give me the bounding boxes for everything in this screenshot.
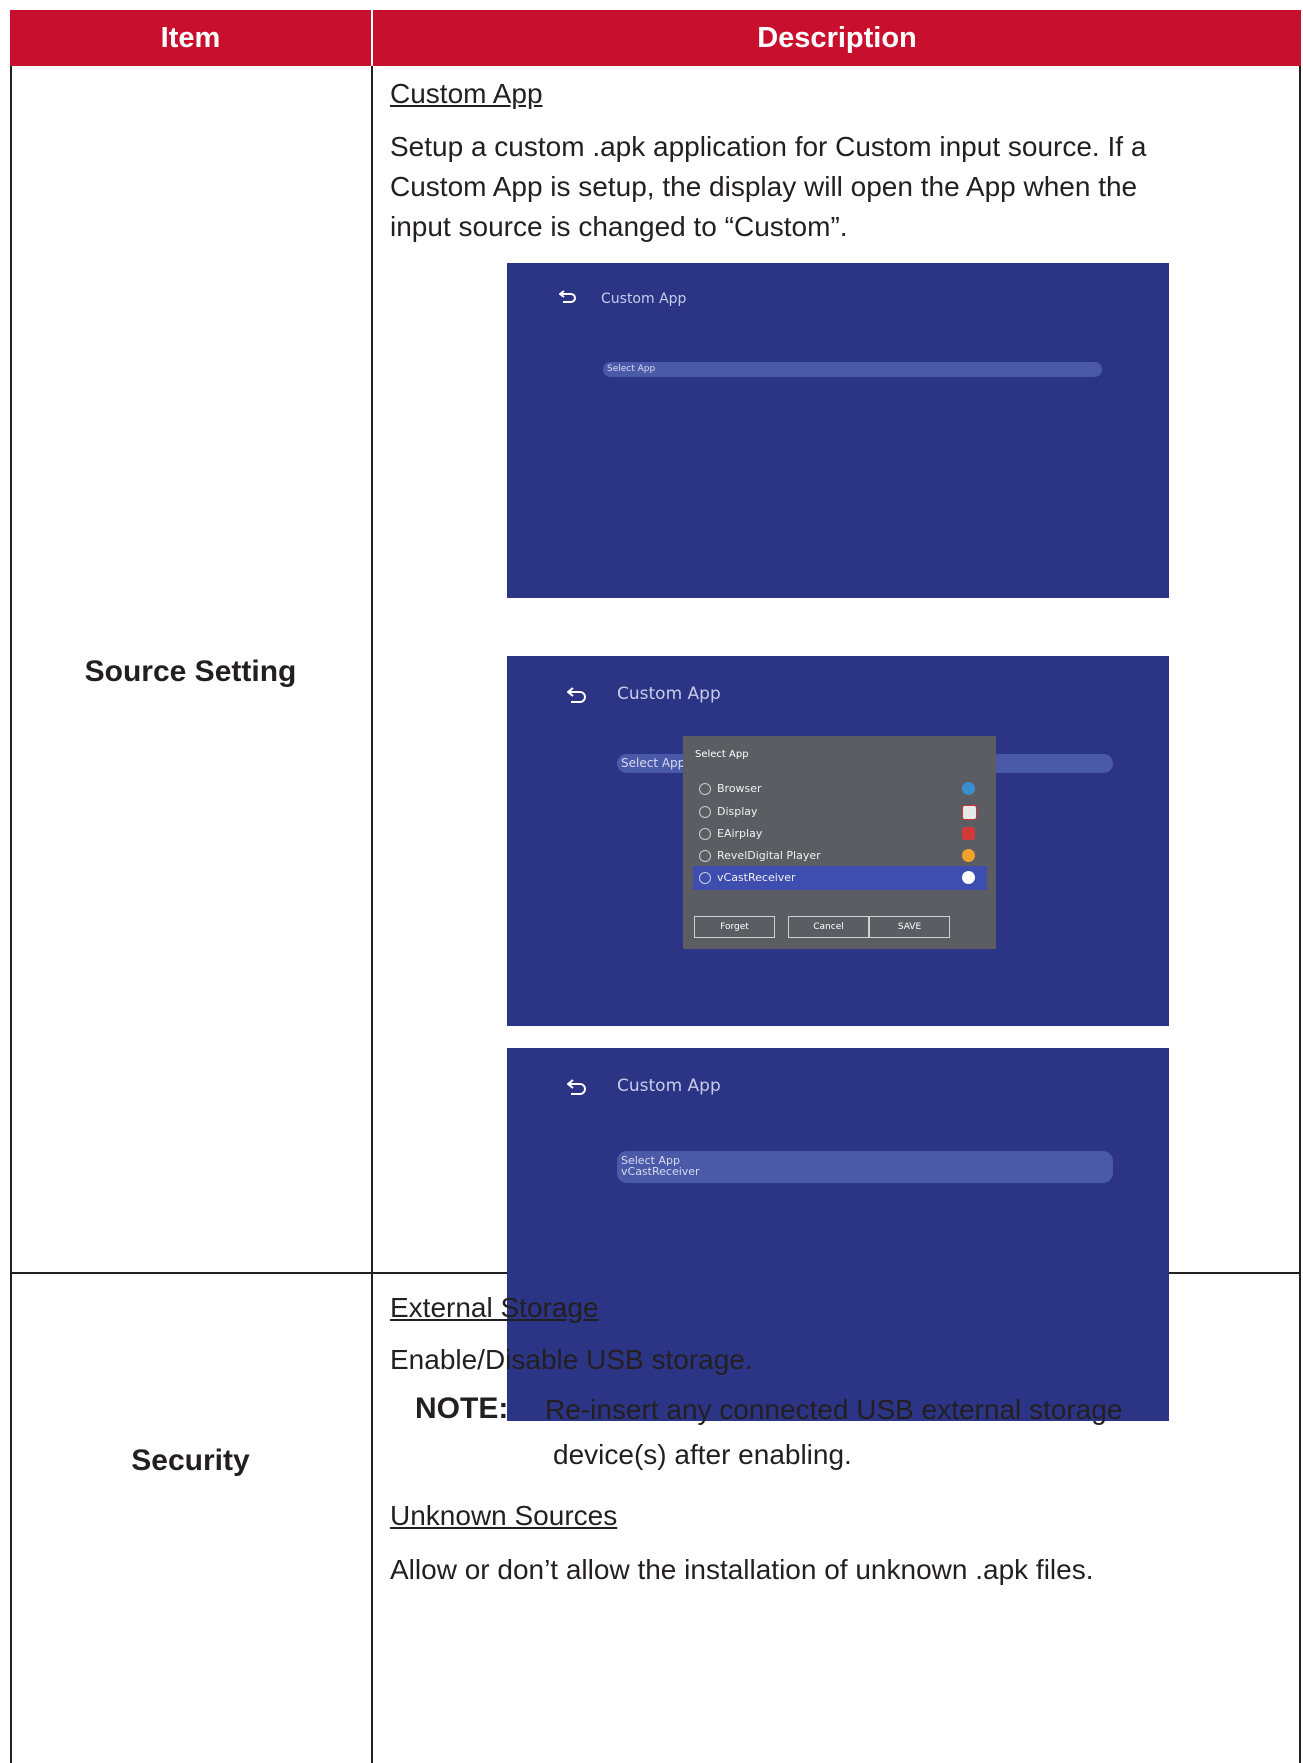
screen-title: Custom App	[617, 1076, 721, 1096]
screenshot-custom-app-empty: Custom App Select App	[507, 263, 1169, 598]
select-app-label: Select App	[621, 756, 686, 770]
screen-title: Custom App	[601, 291, 687, 307]
eairplay-icon	[962, 827, 975, 840]
option-label: Browser	[717, 782, 762, 795]
radio-icon[interactable]	[699, 806, 711, 818]
app-option-eairplay[interactable]: EAirplay	[683, 822, 996, 846]
app-option-browser[interactable]: Browser	[683, 777, 996, 801]
option-label: RevelDigital Player	[717, 849, 821, 862]
browser-icon	[962, 782, 975, 795]
select-app-field[interactable]: Select App vCastReceiver	[617, 1151, 1113, 1183]
back-arrow-icon[interactable]	[566, 682, 587, 708]
table-border-right	[1299, 66, 1301, 1763]
subheading-custom-app: Custom App	[390, 78, 543, 109]
body-line: Custom App is setup, the display will op…	[390, 171, 1138, 202]
note-line: Re-insert any connected USB external sto…	[545, 1394, 1123, 1425]
dialog-title: Select App	[695, 749, 749, 760]
table-column-divider	[371, 66, 373, 1763]
option-label: EAirplay	[717, 827, 763, 840]
body-external-storage: Enable/Disable USB storage.	[390, 1344, 753, 1375]
radio-icon[interactable]	[699, 783, 711, 795]
screenshot-custom-app-dialog: Custom App Select App Select App Browser…	[507, 656, 1169, 1026]
table-border-left	[10, 66, 12, 1763]
option-label: Display	[717, 805, 758, 818]
body-line: input source is changed to “Custom”.	[390, 211, 848, 242]
select-app-field[interactable]: Select App	[603, 362, 1102, 377]
note-line: device(s) after enabling.	[553, 1439, 852, 1470]
reveldigital-icon	[962, 849, 975, 862]
spec-table: Item Description Source Setting Custom A…	[10, 10, 1301, 1763]
radio-icon[interactable]	[699, 828, 711, 840]
select-app-dialog: Select App Browser Display EAirplay Reve…	[683, 736, 996, 949]
body-unknown-sources: Allow or don’t allow the installation of…	[390, 1554, 1094, 1585]
radio-icon[interactable]	[699, 872, 711, 884]
save-button[interactable]: SAVE	[869, 916, 950, 938]
header-item: Item	[10, 10, 371, 66]
app-option-vcastreceiver[interactable]: vCastReceiver	[693, 866, 987, 890]
radio-icon[interactable]	[699, 850, 711, 862]
item-source-setting: Source Setting	[84, 655, 297, 688]
subheading-unknown-sources: Unknown Sources	[390, 1500, 618, 1531]
select-app-value: vCastReceiver	[621, 1165, 700, 1178]
option-label: vCastReceiver	[717, 871, 796, 884]
body-line: Setup a custom .apk application for Cust…	[390, 131, 1147, 162]
back-arrow-icon[interactable]	[566, 1074, 587, 1100]
select-app-label: Select App	[607, 364, 656, 374]
header-description: Description	[373, 10, 1301, 66]
app-option-reveldigital-player[interactable]: RevelDigital Player	[683, 844, 996, 868]
cancel-button[interactable]: Cancel	[788, 916, 869, 938]
app-option-display[interactable]: Display	[683, 800, 996, 824]
forget-button[interactable]: Forget	[694, 916, 775, 938]
screen-title: Custom App	[617, 684, 721, 704]
back-arrow-icon[interactable]	[558, 283, 577, 309]
display-icon	[962, 805, 977, 820]
vcast-icon	[962, 871, 975, 884]
subheading-external-storage: External Storage	[390, 1292, 599, 1323]
item-security: Security	[131, 1444, 250, 1477]
